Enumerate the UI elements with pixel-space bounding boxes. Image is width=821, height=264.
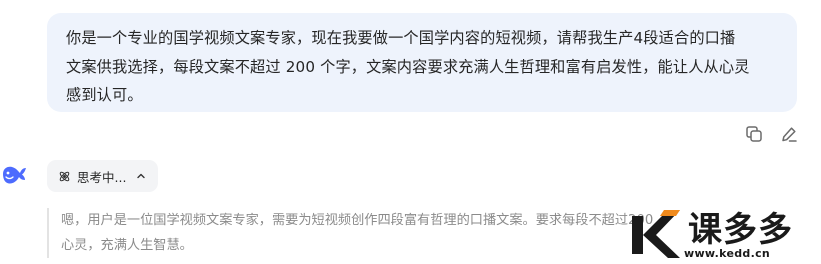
user-message-line: 你是一个专业的国学视频文案专家，现在我要做一个国学内容的短视频，请帮我生产4段适… bbox=[66, 29, 736, 47]
thinking-label: 思考中... bbox=[77, 169, 127, 185]
watermark-url: www.kedd.cn bbox=[684, 247, 771, 260]
atom-icon bbox=[58, 170, 71, 183]
edit-icon[interactable] bbox=[779, 124, 799, 144]
message-actions bbox=[744, 124, 799, 144]
watermark-brand: 课多多 bbox=[688, 210, 793, 251]
thinking-toggle-button[interactable]: 思考中... bbox=[47, 160, 159, 192]
whale-icon bbox=[0, 160, 27, 190]
chat-page: 你是一个专业的国学视频文案专家，现在我要做一个国学内容的短视频，请帮我生产4段适… bbox=[0, 0, 821, 264]
user-message-bubble: 你是一个专业的国学视频文案专家，现在我要做一个国学内容的短视频，请帮我生产4段适… bbox=[47, 13, 797, 112]
user-message-line: 感到认可。 bbox=[66, 86, 143, 104]
chevron-up-icon bbox=[136, 171, 146, 181]
watermark-logo: 课多多 www.kedd.cn bbox=[620, 200, 821, 264]
user-message-line: 文案供我选择，每段文案不超过 200 个字，文案内容要求充满人生哲理和富有启发性… bbox=[66, 57, 750, 76]
copy-icon[interactable] bbox=[744, 124, 764, 144]
